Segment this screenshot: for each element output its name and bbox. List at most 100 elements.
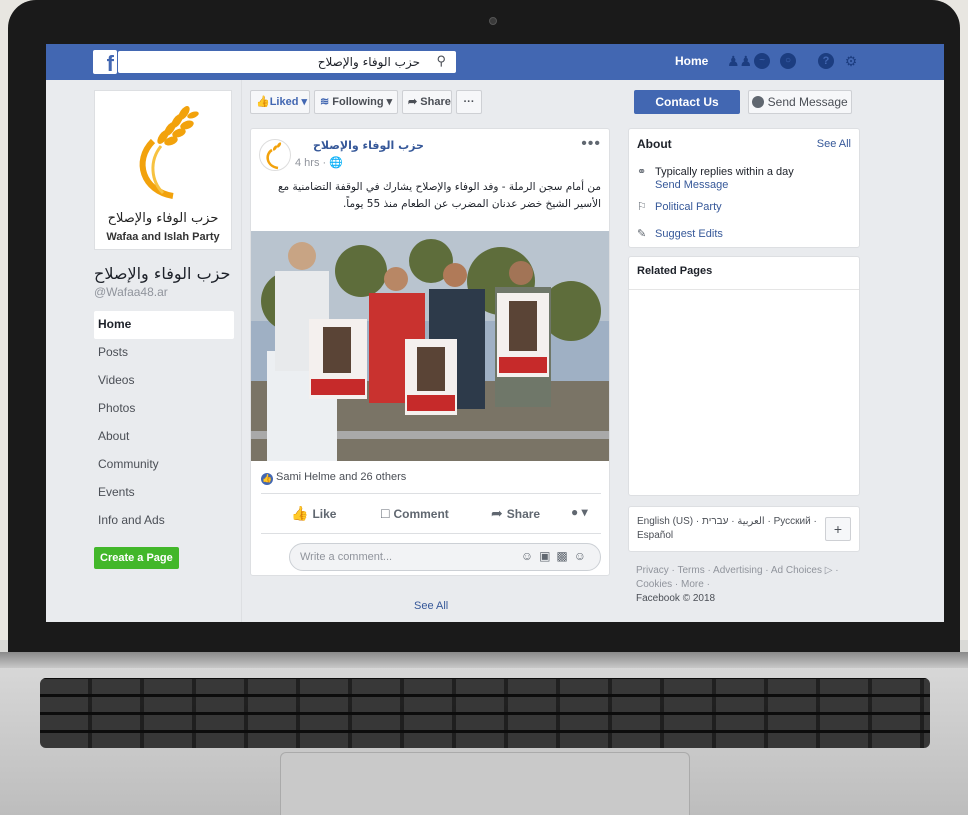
avatar: ● <box>571 505 579 519</box>
post-card: حزب الوفاء والإصلاح 4 hrs · 🌐 ••• من أما… <box>250 128 610 576</box>
logo-text-english: Wafaa and Islah Party <box>106 231 220 243</box>
column-divider <box>241 80 242 622</box>
about-title: About <box>637 137 672 151</box>
page-nav: Home Posts Videos Photos About Community… <box>94 311 234 535</box>
post-body-text: من أمام سجن الرملة - وفد الوفاء والإصلاح… <box>277 181 601 210</box>
top-navigation-bar: f حزب الوفاء والإصلاح ⚲ Home ♟♟ ~ ○ ? ⚙ <box>46 44 944 80</box>
language-links[interactable]: English (US) · العربية · עברית · Русский… <box>637 515 817 543</box>
likes-summary[interactable]: 👍 Sami Helme and 26 others <box>261 471 406 485</box>
send-message-label: Send Message <box>767 95 848 109</box>
see-all-posts-link[interactable]: See All <box>414 600 448 612</box>
profile-picture[interactable]: حزب الوفاء والإصلاح Wafaa and Islah Part… <box>94 90 232 250</box>
friends-icon[interactable]: ♟♟ <box>727 53 752 69</box>
page-action-bar: 👍Liked ▾ ≋ Following ▾ ➦ Share ··· <box>250 90 482 114</box>
share-arrow-icon: ➦ <box>491 505 503 521</box>
comment-attach-icons[interactable]: ☺▣▩☺ <box>521 549 592 563</box>
send-message-button[interactable]: Send Message <box>748 90 852 114</box>
nav-item-about[interactable]: About <box>94 423 234 451</box>
about-see-all-link[interactable]: See All <box>817 138 851 150</box>
divider <box>629 289 859 290</box>
more-options-button[interactable]: ··· <box>456 90 482 114</box>
liked-label: Liked ▾ <box>269 96 308 108</box>
webcam-icon <box>489 17 497 25</box>
suggest-edits-label: Suggest Edits <box>655 228 723 240</box>
settings-icon[interactable]: ⚙ <box>843 53 859 69</box>
rss-icon: ≋ <box>320 96 330 108</box>
nav-item-events[interactable]: Events <box>94 479 234 507</box>
search-value: حزب الوفاء والإصلاح <box>317 55 420 69</box>
footer-copyright: Facebook © 2018 <box>636 593 716 604</box>
category-label: Political Party <box>655 201 722 213</box>
following-label: Following ▾ <box>332 96 393 108</box>
facebook-logo-icon[interactable]: f <box>93 50 117 76</box>
following-button[interactable]: ≋ Following ▾ <box>314 90 398 114</box>
post-options-icon[interactable]: ••• <box>581 135 601 153</box>
suggest-edits-row[interactable]: ✎ Suggest Edits <box>637 227 723 240</box>
messenger-icon: ⚭ <box>637 166 647 178</box>
like-button[interactable]: 👍 Like <box>291 505 336 522</box>
like-label: Like <box>312 507 337 521</box>
nav-item-videos[interactable]: Videos <box>94 367 234 395</box>
like-reaction-icon: 👍 <box>261 473 273 485</box>
page-title[interactable]: حزب الوفاء والإصلاح <box>94 264 234 283</box>
divider <box>261 533 601 534</box>
left-column: حزب الوفاء والإصلاح Wafaa and Islah Part… <box>94 90 234 569</box>
comment-label: Comment <box>393 507 449 521</box>
thumbs-up-icon: 👍 <box>291 505 309 521</box>
share-page-label: Share <box>420 96 451 108</box>
language-card: English (US) · العربية · עברית · Русский… <box>628 506 860 552</box>
share-page-button[interactable]: ➦ Share <box>402 90 452 114</box>
nav-item-posts[interactable]: Posts <box>94 339 234 367</box>
page-handle[interactable]: @Wafaa48.ar <box>94 285 234 299</box>
post-photo[interactable] <box>251 231 609 461</box>
logo-text-arabic: حزب الوفاء والإصلاح <box>107 211 219 226</box>
share-arrow-icon: ➦ <box>408 96 418 108</box>
response-time-text: Typically replies within a day <box>655 166 794 178</box>
home-link[interactable]: Home <box>675 54 708 68</box>
about-send-message-link[interactable]: Send Message <box>655 179 728 191</box>
wheat-logo-icon <box>266 142 282 170</box>
likes-summary-text: Sami Helme and 26 others <box>276 471 407 483</box>
nav-item-photos[interactable]: Photos <box>94 395 234 423</box>
screen: f حزب الوفاء والإصلاح ⚲ Home ♟♟ ~ ○ ? ⚙ <box>46 44 944 622</box>
footer-links[interactable]: Privacy · Terms · Advertising · Ad Choic… <box>636 564 860 592</box>
post-author-avatar[interactable] <box>259 139 291 171</box>
post-time-text: 4 hrs · <box>295 157 330 169</box>
category-row[interactable]: ⚐ Political Party <box>637 200 722 213</box>
comment-bubble-icon: □ <box>381 505 390 521</box>
response-time-row: ⚭ Typically replies within a day <box>637 165 794 178</box>
pencil-icon: ✎ <box>637 228 647 240</box>
trackpad <box>280 752 690 815</box>
footer: Privacy · Terms · Advertising · Ad Choic… <box>636 564 860 606</box>
create-page-button[interactable]: Create a Page <box>94 547 179 569</box>
keyboard-rows <box>40 678 930 748</box>
post-author-name[interactable]: حزب الوفاء والإصلاح <box>313 139 424 152</box>
search-icon[interactable]: ⚲ <box>436 53 446 69</box>
nav-item-community[interactable]: Community <box>94 451 234 479</box>
help-icon[interactable]: ? <box>818 53 834 69</box>
globe-icon[interactable]: ○ <box>780 53 796 69</box>
messenger-icon <box>752 96 765 108</box>
comment-input[interactable]: Write a comment... ☺▣▩☺ <box>289 543 601 571</box>
post-as-selector[interactable]: ● ▾ <box>571 505 588 519</box>
related-pages-title: Related Pages <box>637 265 713 277</box>
comment-button[interactable]: □ Comment <box>381 505 449 521</box>
post-timestamp[interactable]: 4 hrs · 🌐 <box>295 156 343 169</box>
related-pages-card: Related Pages <box>628 256 860 496</box>
thumbs-up-icon: 👍 <box>256 96 270 108</box>
nav-item-home[interactable]: Home <box>94 311 234 339</box>
about-card: About See All ⚭ Typically replies within … <box>628 128 860 248</box>
contact-us-button[interactable]: Contact Us <box>634 90 740 114</box>
add-language-button[interactable]: + <box>825 517 851 541</box>
share-label: Share <box>506 507 541 521</box>
liked-button[interactable]: 👍Liked ▾ <box>250 90 310 114</box>
public-globe-icon: 🌐 <box>329 157 343 169</box>
about-send-message-label: Send Message <box>655 179 729 191</box>
wheat-logo-icon <box>139 106 199 199</box>
comment-placeholder: Write a comment... <box>300 551 393 563</box>
share-button[interactable]: ➦ Share <box>491 505 540 522</box>
search-input[interactable]: حزب الوفاء والإصلاح ⚲ <box>118 51 456 73</box>
category-flag-icon: ⚐ <box>637 201 647 213</box>
messenger-icon[interactable]: ~ <box>754 53 770 69</box>
nav-item-info-and-ads[interactable]: Info and Ads <box>94 507 234 535</box>
